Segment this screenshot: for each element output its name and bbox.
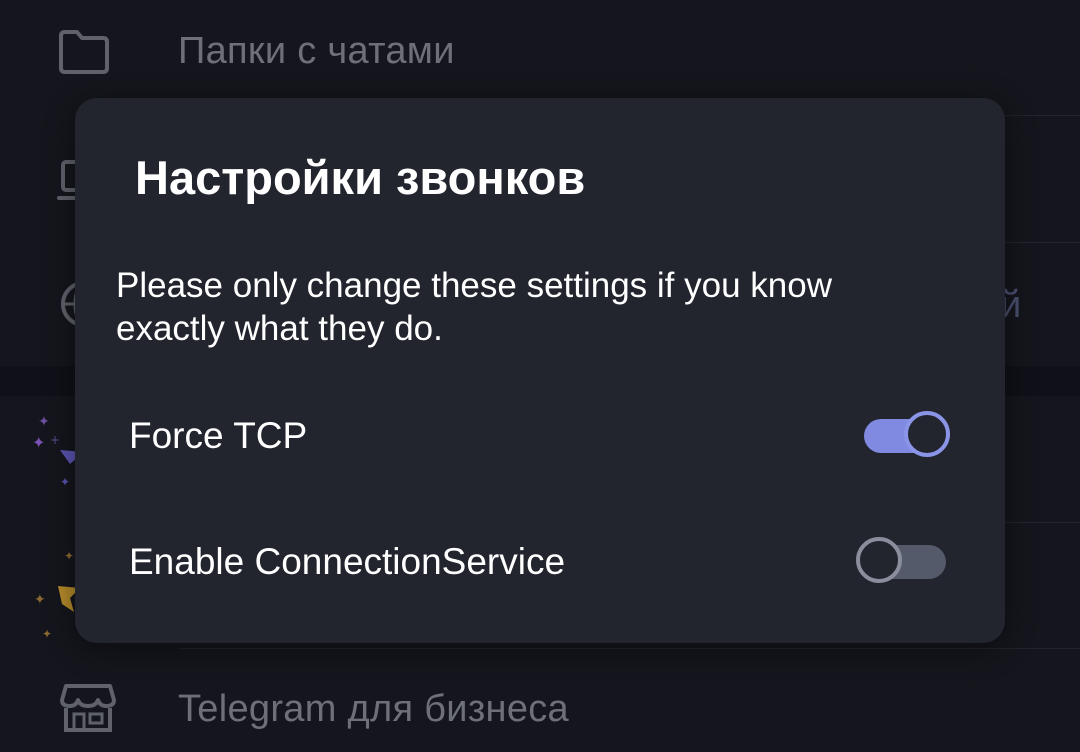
- toggle-knob: [856, 537, 902, 583]
- svg-text:✦: ✦: [42, 627, 52, 641]
- folder-icon: [56, 24, 112, 80]
- settings-item-chat-folders[interactable]: Папки с чатами: [0, 0, 1080, 100]
- force-tcp-toggle[interactable]: [864, 411, 954, 461]
- svg-text:✦: ✦: [34, 592, 46, 608]
- settings-item-label: Telegram для бизнеса: [178, 688, 569, 730]
- svg-text:+: +: [50, 433, 60, 447]
- connection-service-toggle[interactable]: [856, 537, 946, 587]
- dialog-message: Please only change these settings if you…: [116, 266, 832, 348]
- setting-connection-service[interactable]: Enable ConnectionService: [75, 512, 1005, 612]
- setting-label: Enable ConnectionService: [129, 541, 566, 582]
- toggle-knob: [904, 411, 950, 457]
- call-settings-dialog: Настройки звонков Please only change the…: [75, 98, 1005, 643]
- dialog-title: Настройки звонков: [135, 151, 586, 204]
- divider: [178, 648, 1080, 649]
- setting-label: Force TCP: [129, 415, 308, 456]
- svg-text:✦: ✦: [64, 549, 74, 563]
- settings-item-label: Папки с чатами: [178, 30, 455, 72]
- svg-text:✦: ✦: [32, 433, 45, 452]
- svg-text:✦: ✦: [60, 475, 70, 489]
- svg-text:✦: ✦: [38, 414, 50, 430]
- setting-force-tcp[interactable]: Force TCP: [75, 386, 1005, 486]
- store-icon: [60, 680, 116, 736]
- settings-item-business[interactable]: Telegram для бизнеса: [0, 650, 1080, 752]
